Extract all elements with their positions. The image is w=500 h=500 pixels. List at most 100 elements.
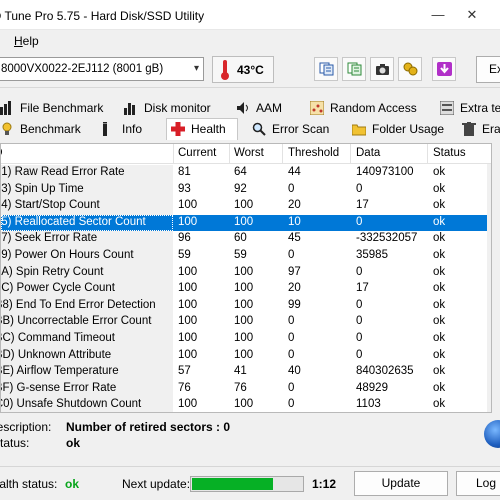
column-header-status[interactable]: Status xyxy=(433,147,466,159)
health-cross-icon xyxy=(171,122,185,136)
attribute-name: (09) Power On Hours Count xyxy=(0,249,134,261)
status-value: ok xyxy=(433,232,446,245)
table-row[interactable]: (05) Reallocated Sector Count 100 100 10 0 ok xyxy=(1,214,491,232)
column-separator xyxy=(282,144,283,164)
table-row[interactable]: (BC) Command Timeout 100 100 0 0 ok xyxy=(1,331,491,348)
tab-folder-usage[interactable]: Folder Usage xyxy=(352,119,452,139)
copy-text-button[interactable] xyxy=(314,57,338,81)
tab-benchmark[interactable]: Benchmark xyxy=(0,119,90,139)
table-row[interactable]: (BE) Airflow Temperature 57 41 40 840302635 o… xyxy=(0,364,491,381)
worst-value: 64 xyxy=(234,166,247,178)
tab-extra-tests[interactable]: Extra tests xyxy=(440,98,500,118)
options-button[interactable] xyxy=(398,57,422,81)
status-bar: Health status: ok Next update: 1:12 Upda… xyxy=(0,466,500,500)
worst-value: 100 xyxy=(234,215,254,228)
next-update-progress xyxy=(190,476,304,492)
column-header-worst[interactable]: Worst xyxy=(234,147,264,159)
minimize-button[interactable]: — xyxy=(424,4,452,26)
tab-info[interactable]: Info xyxy=(102,119,162,139)
attribute-name: (BF) G-sense Error Rate xyxy=(0,381,117,394)
copy-clipboard-icon xyxy=(347,62,362,76)
close-button[interactable]: ✕ xyxy=(458,4,486,26)
threshold-value: 45 xyxy=(288,232,301,245)
attribute-name: (C0) Unsafe Shutdown Count xyxy=(0,398,142,411)
status-value: ok xyxy=(433,381,446,394)
attribute-name: (BE) Airflow Temperature xyxy=(0,365,119,378)
table-row[interactable]: (BB) Uncorrectable Error Count 100 100 0 0 ok xyxy=(0,314,491,331)
current-value: 100 xyxy=(178,215,198,228)
attribute-name: (01) Raw Read Error Rate xyxy=(0,166,125,178)
attribute-name: (0C) Power Cycle Count xyxy=(0,282,115,295)
raw-data-value: 35985 xyxy=(356,249,388,261)
threshold-value: 0 xyxy=(288,381,295,394)
threshold-value: 0 xyxy=(288,182,295,195)
worst-value: 59 xyxy=(234,249,247,261)
table-row[interactable]: (07) Seek Error Rate 96 60 45 -332532057 ok xyxy=(0,231,491,248)
folder-icon xyxy=(352,124,366,136)
raw-data-value: 48929 xyxy=(356,381,388,394)
current-value: 100 xyxy=(178,199,198,212)
screenshot-button[interactable] xyxy=(370,57,394,81)
menu-bar: Help xyxy=(0,30,500,52)
options-icon xyxy=(403,62,418,76)
column-header-data[interactable]: Data xyxy=(356,147,380,159)
description-label: Description: xyxy=(0,420,52,434)
table-row[interactable]: (09) Power On Hours Count 59 59 0 35985 ok xyxy=(0,248,491,265)
column-header-threshold[interactable]: Threshold xyxy=(288,147,339,159)
worst-value: 76 xyxy=(234,381,247,394)
menu-help[interactable]: Help xyxy=(14,34,39,48)
temperature-value: 43°C xyxy=(237,63,264,77)
attribute-name: (B8) End To End Error Detection xyxy=(0,298,156,311)
table-row[interactable]: (0C) Power Cycle Count 100 100 20 17 ok xyxy=(0,281,491,298)
log-button[interactable]: Log xyxy=(456,471,500,496)
column-header-current[interactable]: Current xyxy=(178,147,216,159)
tab-error-scan[interactable]: Error Scan xyxy=(252,119,342,139)
attribute-name: (07) Seek Error Rate xyxy=(0,232,98,245)
status-value: ok xyxy=(433,365,446,378)
title-bar: HD Tune Pro 5.75 - Hard Disk/SSD Utility… xyxy=(0,0,500,30)
details-panel: Description: Number of retired sectors :… xyxy=(0,414,500,458)
worst-value: 60 xyxy=(234,232,247,245)
save-button[interactable] xyxy=(432,57,456,81)
tab-erase[interactable]: Erase xyxy=(462,119,500,139)
update-button[interactable]: Update xyxy=(354,471,448,496)
current-value: 59 xyxy=(178,249,191,261)
table-row[interactable]: (01) Raw Read Error Rate 81 64 44 140973100 o… xyxy=(0,165,491,182)
threshold-value: 99 xyxy=(288,298,301,311)
attribute-name: (03) Spin Up Time xyxy=(0,182,84,195)
tab-random-access[interactable]: Random Access xyxy=(310,98,430,118)
progress-fill xyxy=(192,478,273,490)
table-row[interactable]: (04) Start/Stop Count 100 100 20 17 ok xyxy=(1,198,491,215)
column-separator xyxy=(173,144,174,164)
vertical-scrollbar[interactable] xyxy=(487,164,491,412)
tab-file-benchmark[interactable]: File Benchmark xyxy=(0,98,110,118)
table-row[interactable]: (B8) End To End Error Detection 100 100 99 0… xyxy=(0,297,491,315)
exit-button[interactable]: Exit xyxy=(476,56,500,83)
attribute-name: (BD) Unknown Attribute xyxy=(0,348,112,361)
column-header-id[interactable]: ID xyxy=(1,147,3,159)
tab-health[interactable]: Health xyxy=(166,118,238,140)
camera-icon xyxy=(376,64,389,75)
raw-data-value: 0 xyxy=(356,215,363,228)
raw-data-value: 0 xyxy=(356,332,363,344)
next-update-time: 1:12 xyxy=(312,477,337,491)
attribute-name: (BB) Uncorrectable Error Count xyxy=(0,315,152,328)
tab-disk-monitor[interactable]: Disk monitor xyxy=(124,98,224,118)
drive-select[interactable]: 8000VX0022-2EJ112 (8001 gB) ▾ xyxy=(0,57,204,81)
smart-attributes-table[interactable]: ID Current Worst Threshold Data Status (… xyxy=(0,143,492,413)
attribute-name: (0A) Spin Retry Count xyxy=(0,265,104,278)
table-row[interactable]: (BD) Unknown Attribute 100 100 0 0 ok xyxy=(0,347,491,365)
threshold-value: 10 xyxy=(288,215,301,228)
table-row[interactable]: (0A) Spin Retry Count 100 100 97 0 ok xyxy=(0,264,491,282)
column-separator xyxy=(427,144,428,164)
threshold-value: 0 xyxy=(288,249,295,261)
copy-clipboard-button[interactable] xyxy=(342,57,366,81)
table-row[interactable]: (03) Spin Up Time 93 92 0 0 ok xyxy=(0,181,491,199)
error-scan-icon xyxy=(252,122,266,136)
threshold-value: 20 xyxy=(288,199,301,212)
table-row[interactable]: (C0) Unsafe Shutdown Count 100 100 0 1103 ok xyxy=(0,397,491,412)
raw-data-value: 0 xyxy=(356,298,363,311)
current-value: 93 xyxy=(178,182,191,195)
table-row[interactable]: (BF) G-sense Error Rate 76 76 0 48929 ok xyxy=(0,380,491,398)
tab-aam[interactable]: AAM xyxy=(236,98,296,118)
